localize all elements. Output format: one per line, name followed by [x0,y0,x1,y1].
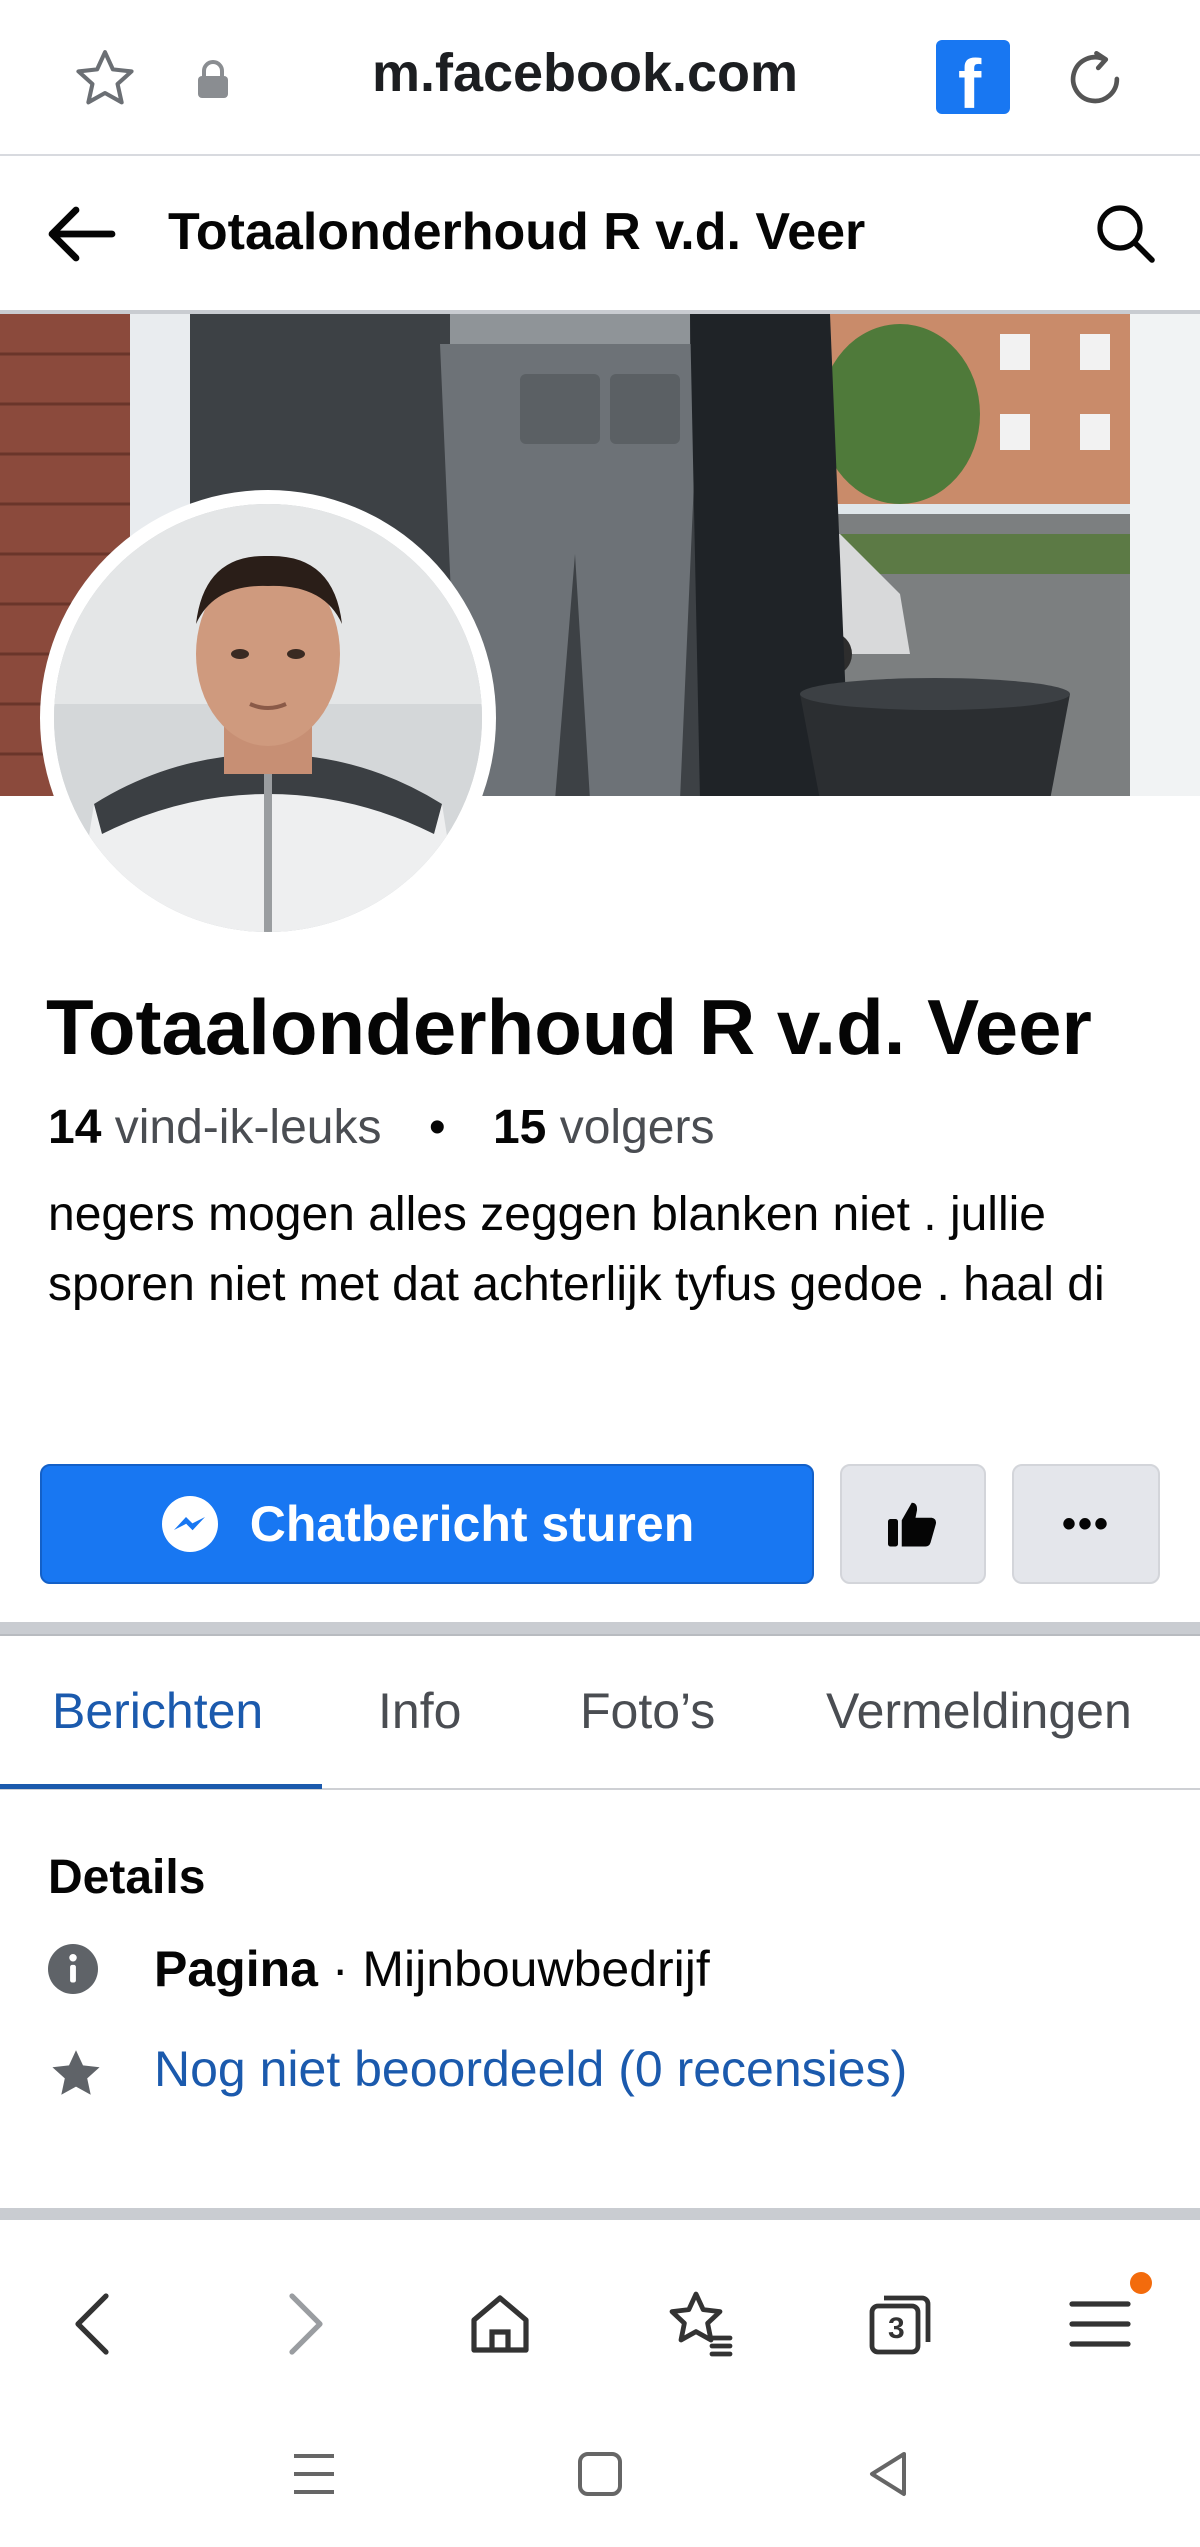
info-icon [48,1944,98,1994]
browser-toolbar: 3 [0,2240,1200,2400]
tab-fotos[interactable]: Foto’s [580,1682,715,1740]
page-category: Mijnbouwbedrijf [362,1941,710,1997]
details-heading: Details [48,1851,206,1904]
followers-label[interactable]: volgers [560,1101,715,1154]
rating-link[interactable]: Nog niet beoordeeld (0 recensies) [154,2040,907,2098]
active-tab-indicator [0,1784,322,1789]
search-icon[interactable] [1094,202,1156,264]
likes-label[interactable]: vind-ik-leuks [115,1101,382,1154]
page-type-label: Pagina [154,1941,318,1997]
messenger-icon [161,1496,218,1552]
page-name: Totaalonderhoud R v.d. Veer [46,983,1092,1071]
system-navigation-bar [0,2400,1200,2547]
menu-icon[interactable] [1064,2288,1136,2360]
facebook-logo-icon[interactable]: f [936,40,1010,114]
tabs-icon[interactable]: 3 [864,2288,936,2360]
section-divider-bottom [0,2208,1200,2220]
page-stats: 14 vind-ik-leuks • 15 volgers [48,1100,714,1155]
section-divider [0,1622,1200,1636]
page-bio: negers mogen alles zeggen blanken niet .… [48,1188,1105,1311]
page-header: Totaalonderhoud R v.d. Veer [0,156,1200,310]
tab-berichten[interactable]: Berichten [52,1682,263,1740]
thumbs-up-icon [888,1502,937,1547]
send-message-label: Chatbericht sturen [249,1496,695,1552]
page-header-title: Totaalonderhoud R v.d. Veer [168,203,866,261]
tabs-count: 3 [888,2312,905,2345]
like-button[interactable] [840,1464,986,1584]
send-message-button[interactable]: Chatbericht sturen [40,1464,814,1584]
back-triangle-icon[interactable] [858,2444,918,2504]
browser-url-bar: m.facebook.com f [0,0,1200,156]
home-icon[interactable] [464,2288,536,2360]
bookmarks-icon[interactable] [664,2288,736,2360]
back-arrow-icon[interactable] [46,204,116,264]
tab-vermeldingen[interactable]: Vermeldingen [826,1682,1132,1740]
reload-icon[interactable] [1060,44,1130,114]
more-options-button[interactable]: ••• [1012,1464,1160,1584]
page-type-separator: · [317,1941,363,1997]
notification-dot [1130,2272,1152,2294]
likes-count: 14 [48,1101,102,1154]
avatar [54,504,482,932]
tab-bar: Berichten Info Foto’s Vermeldingen [0,1636,1200,1790]
stats-separator: • [428,1101,446,1154]
home-square-icon[interactable] [570,2444,630,2504]
back-icon[interactable] [60,2288,132,2360]
forward-icon[interactable] [266,2288,338,2360]
tab-info[interactable]: Info [378,1682,461,1740]
star-icon [52,2050,100,2095]
profile-picture[interactable] [40,490,496,946]
followers-count: 15 [492,1101,547,1154]
recent-apps-icon[interactable] [284,2444,344,2504]
facebook-logo-letter: f [958,45,982,114]
